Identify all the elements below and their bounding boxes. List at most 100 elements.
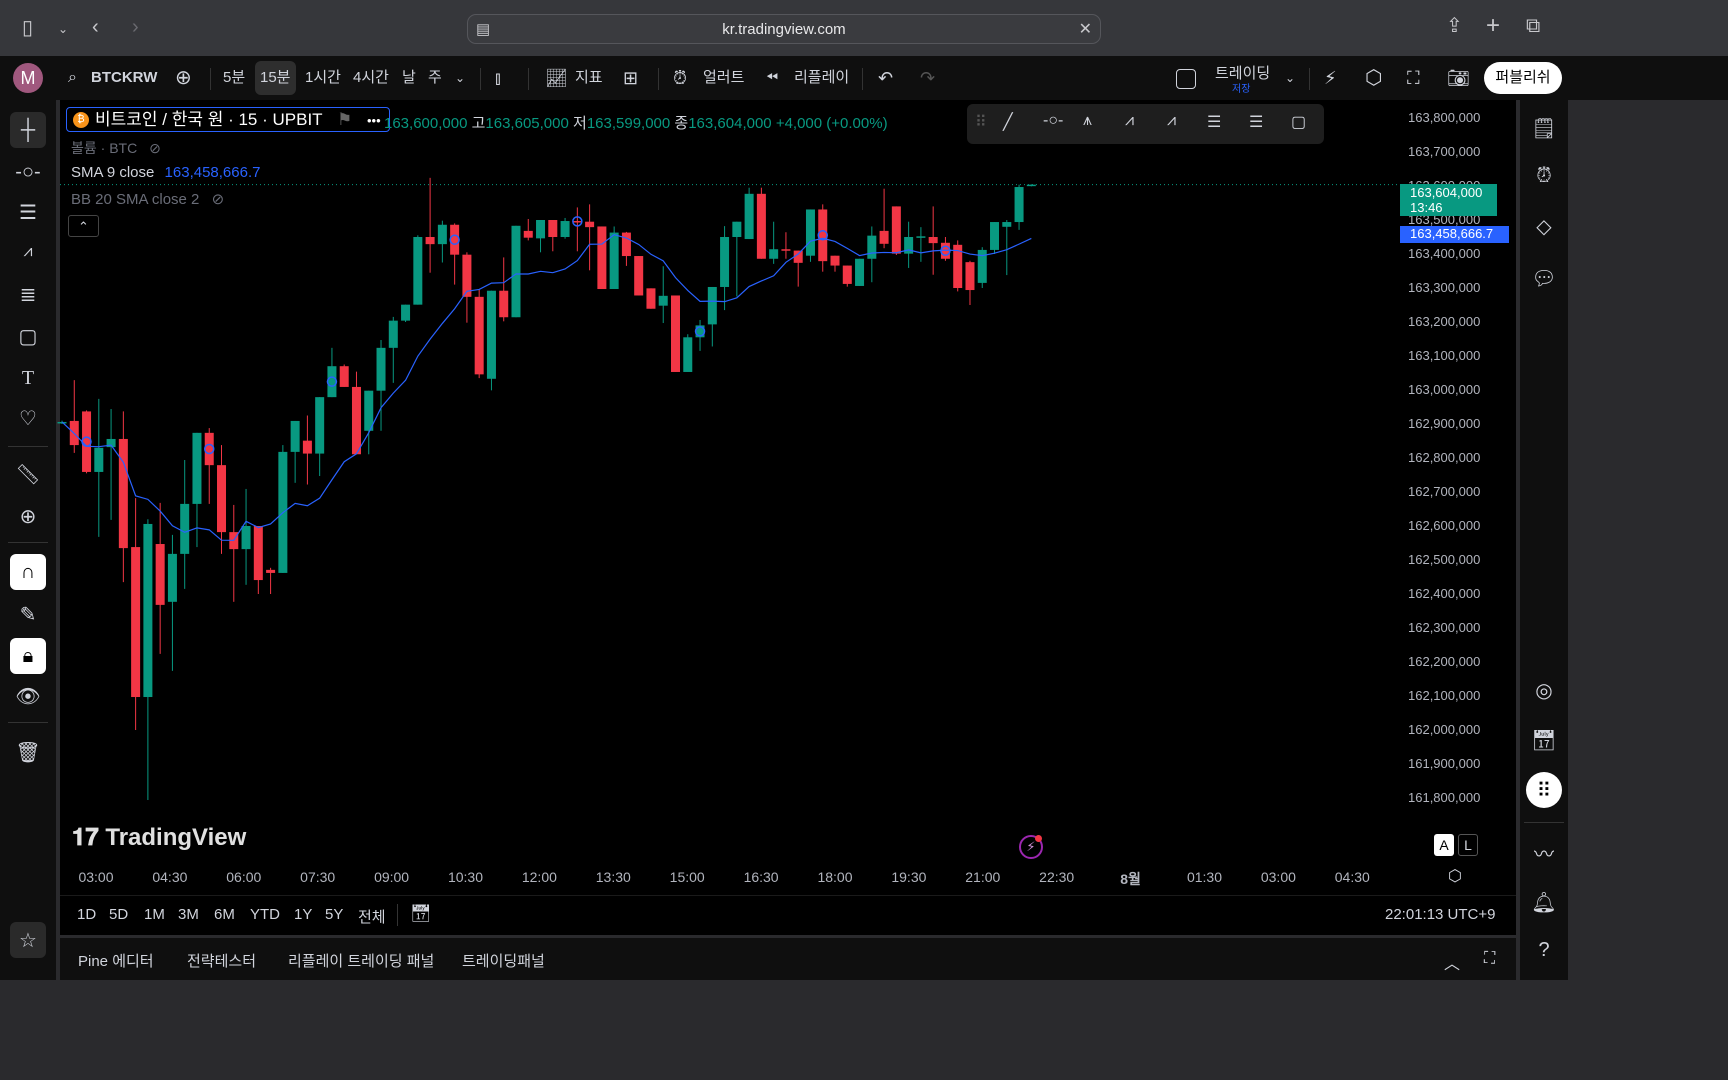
- time-axis-label: 03:00: [1260, 869, 1296, 885]
- watchlist-icon[interactable]: 🗒︎: [1526, 110, 1562, 146]
- bb-legend[interactable]: BB 20 SMA close 2 ⊘: [71, 190, 224, 208]
- range-1y[interactable]: 1Y: [294, 906, 312, 923]
- candle-body: [94, 447, 104, 472]
- floating-drawing-toolbar: ⠿ ╱ -○- ⩚ ⩘ ⩘ ☰ ☰ ▢: [967, 104, 1324, 144]
- range-1d[interactable]: 1D: [77, 906, 96, 923]
- elliott-wave-icon[interactable]: ⩘: [1125, 112, 1134, 130]
- apps-grid-icon[interactable]: ⠿: [1526, 772, 1562, 808]
- date-range-bar: 1D 5D 1M 3M 6M YTD 1Y 5Y 전체 📅︎ 22:01:13 …: [60, 895, 1516, 933]
- candle-body: [879, 230, 889, 244]
- tab-pine-editor[interactable]: Pine 에디터: [78, 950, 154, 971]
- fib-extension-icon[interactable]: ☰: [1249, 112, 1263, 132]
- candle-body: [155, 544, 165, 605]
- price-axis-label: 163,800,000: [1408, 110, 1481, 125]
- rectangle-icon[interactable]: ▢: [1291, 112, 1306, 132]
- notification-dot: [1035, 835, 1042, 842]
- chat-icon[interactable]: 💬︎: [1526, 260, 1562, 296]
- candle-body: [192, 432, 202, 504]
- signal-feed-icon[interactable]: 〰: [1526, 834, 1562, 870]
- candle-body: [180, 503, 190, 554]
- candle-body: [769, 249, 779, 259]
- candle-body: [167, 553, 177, 602]
- collapse-panel-icon[interactable]: ︿: [1444, 950, 1460, 974]
- candle-body: [523, 230, 533, 238]
- candle-body: [548, 220, 558, 237]
- time-axis-label: 06:00: [226, 869, 262, 885]
- more-icon[interactable]: •••: [367, 113, 381, 128]
- log-scale-button[interactable]: L: [1458, 834, 1478, 856]
- clock-timezone[interactable]: 22:01:13 UTC+9: [1385, 906, 1496, 923]
- calendar-icon[interactable]: 📅︎: [1526, 722, 1562, 758]
- candle-body: [499, 290, 509, 318]
- range-all[interactable]: 전체: [358, 906, 386, 927]
- pattern-icon[interactable]: ⩚: [1083, 112, 1092, 130]
- tab-trading-panel[interactable]: 트레이딩패널: [462, 950, 545, 971]
- price-axis-label: 163,100,000: [1408, 348, 1481, 363]
- maximize-panel-icon[interactable]: ⛶: [1484, 950, 1495, 968]
- candle-body: [671, 295, 680, 372]
- alarm-clock-icon[interactable]: ⏰︎: [1526, 158, 1562, 194]
- time-axis-label: 07:30: [300, 869, 336, 885]
- candle-body: [609, 232, 619, 290]
- candle-body: [855, 258, 865, 286]
- sma-price-tag: 163,458,666.7: [1400, 226, 1509, 244]
- candle-body: [707, 286, 717, 325]
- tab-replay-trading-panel[interactable]: 리플레이 트레이딩 패널: [288, 950, 434, 971]
- range-6m[interactable]: 6M: [214, 906, 235, 923]
- bb-label: BB 20 SMA close 2: [71, 191, 200, 208]
- candle-body: [916, 236, 926, 238]
- flag-icon[interactable]: ⚑: [337, 110, 352, 129]
- candle-body: [474, 296, 484, 375]
- price-axis-label: 162,800,000: [1408, 450, 1481, 465]
- candle-body: [241, 526, 251, 550]
- candle-body: [511, 225, 521, 318]
- time-axis-label: 21:00: [965, 869, 1001, 885]
- ohlc-values: 163,600,000 고163,605,000 저163,599,000 종1…: [384, 112, 888, 133]
- drag-handle-icon[interactable]: ⠿: [975, 112, 987, 132]
- time-axis-label: 22:30: [1039, 869, 1075, 885]
- range-5d[interactable]: 5D: [109, 906, 128, 923]
- range-5y[interactable]: 5Y: [325, 906, 343, 923]
- last-price-tag: 163,604,000 13:46: [1400, 183, 1497, 216]
- time-axis-label: 10:30: [447, 869, 484, 885]
- candle-body: [1002, 222, 1012, 227]
- go-to-date-icon[interactable]: 📅︎: [410, 904, 432, 924]
- sma-legend[interactable]: SMA 9 close 163,458,666.7: [71, 164, 260, 181]
- right-widget-bar: 🗒︎ ⏰︎ ◇ 💬︎ ◎ 📅︎ ⠿ 〰 🔔︎ ?: [1520, 100, 1568, 980]
- abcd-pattern-icon[interactable]: ⩘: [1167, 112, 1176, 130]
- target-icon[interactable]: ◎: [1526, 672, 1562, 708]
- symbol-legend[interactable]: ₿ 비트코인 / 한국 원 · 15 · UPBIT ⚑ •••: [66, 107, 390, 132]
- candle-body: [266, 569, 276, 573]
- bar-countdown: 13:46: [1410, 199, 1443, 215]
- trend-line-icon[interactable]: ╱: [1003, 112, 1013, 132]
- close-label: 종: [674, 115, 689, 132]
- hidden-eye-icon[interactable]: ⊘: [149, 140, 161, 156]
- bell-icon[interactable]: 🔔︎: [1526, 884, 1562, 920]
- help-icon[interactable]: ?: [1526, 932, 1562, 968]
- candle-body: [401, 304, 411, 321]
- price-axis-label: 162,900,000: [1408, 416, 1481, 431]
- bottom-panel-tabs: Pine 에디터 전략테스터 리플레이 트레이딩 패널 트레이딩패널 ︿ ⛶: [60, 938, 1516, 980]
- range-ytd[interactable]: YTD: [250, 906, 280, 923]
- candle-body: [302, 440, 312, 454]
- candle-body: [658, 295, 668, 306]
- candle-body: [388, 320, 398, 348]
- fib-channel-icon[interactable]: ☰: [1207, 112, 1221, 132]
- layers-icon[interactable]: ◇: [1526, 208, 1562, 244]
- axis-settings-icon[interactable]: ⬡: [1448, 866, 1462, 886]
- horizontal-ray-icon[interactable]: -○-: [1043, 112, 1063, 130]
- tab-strategy-tester[interactable]: 전략테스터: [187, 950, 256, 971]
- candle-body: [732, 221, 742, 237]
- auto-scale-button[interactable]: A: [1434, 834, 1454, 856]
- price-axis-label: 163,300,000: [1408, 280, 1481, 295]
- candle-body: [720, 237, 730, 287]
- hidden-eye-icon[interactable]: ⊘: [212, 191, 225, 208]
- range-3m[interactable]: 3M: [178, 906, 199, 923]
- time-axis-label: 8월: [1120, 871, 1141, 887]
- range-1m[interactable]: 1M: [144, 906, 165, 923]
- volume-legend[interactable]: 볼륨 · BTC ⊘: [71, 138, 161, 158]
- high-label: 고: [471, 115, 486, 132]
- collapse-legend-button[interactable]: ⌃: [68, 215, 99, 237]
- price-axis-label: 162,200,000: [1408, 654, 1481, 669]
- candle-body: [339, 366, 349, 387]
